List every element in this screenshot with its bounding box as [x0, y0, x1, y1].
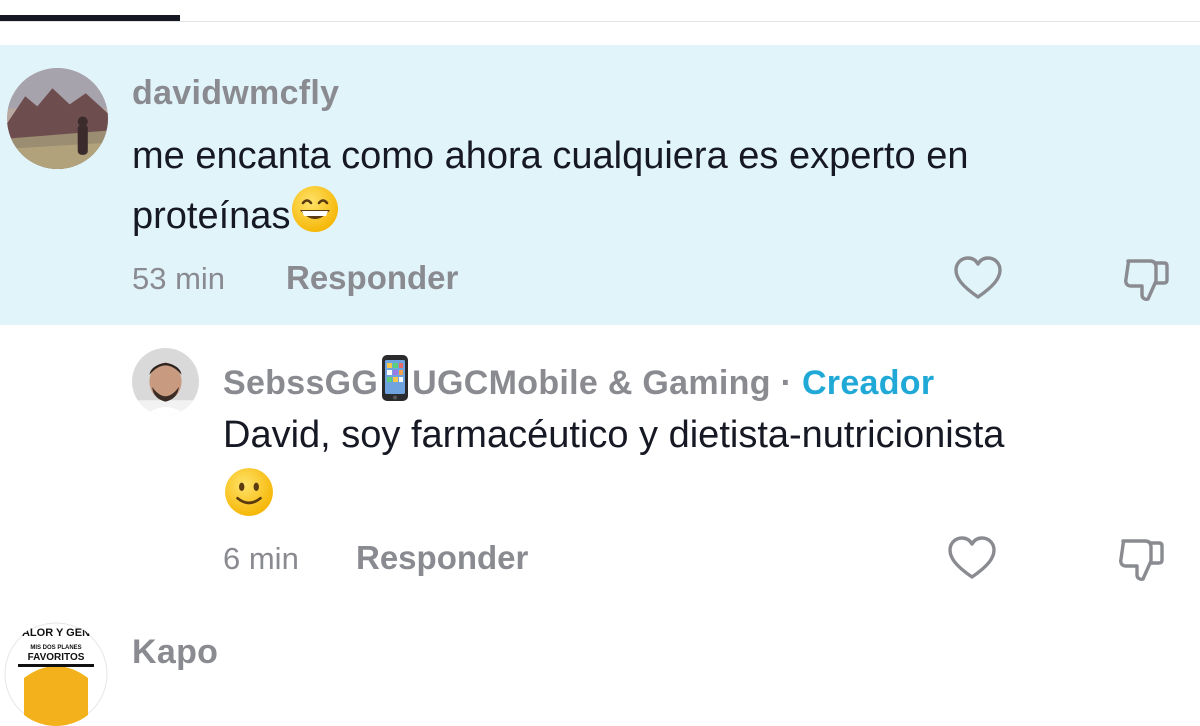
- reply-button[interactable]: Responder: [286, 259, 458, 297]
- avatar-text-top: ALOR Y GEN: [22, 627, 90, 639]
- comment-username[interactable]: davidwmcfly: [132, 74, 339, 113]
- avatar-sebssgg[interactable]: [132, 348, 199, 415]
- reply-button[interactable]: Responder: [356, 539, 528, 577]
- comment-timestamp: 53 min: [132, 261, 226, 296]
- comment-text-line1: me encanta como ahora cualquiera es expe…: [132, 135, 969, 177]
- mobile-phone-emoji: [378, 354, 412, 411]
- reply-username[interactable]: SebssGG: [223, 364, 378, 402]
- avatar-davidwmcfly[interactable]: [7, 68, 108, 169]
- tab-divider: [0, 21, 1200, 22]
- comment-username[interactable]: Kapo: [132, 633, 218, 672]
- comment-text-line2: proteínas: [132, 195, 291, 237]
- reply-text-line1: David, soy farmacéutico y dietista-nutri…: [223, 414, 1005, 456]
- avatar-text-mid: MIS DOS PLANES: [30, 645, 81, 651]
- heart-outline-icon[interactable]: [946, 533, 998, 585]
- creator-badge: Creador: [801, 364, 935, 402]
- creator-separator: ·: [780, 364, 793, 402]
- avatar-text-main: FAVORITOS: [28, 652, 85, 663]
- avatar-kapo[interactable]: ALOR Y GEN MIS DOS PLANES FAVORITOS: [4, 622, 108, 726]
- reply-timestamp: 6 min: [223, 541, 299, 576]
- comment-text-continued: proteínas: [132, 184, 340, 250]
- reply-emoji-line: [223, 466, 275, 534]
- thumbs-down-outline-icon[interactable]: [1115, 533, 1167, 585]
- reply-text: David, soy farmacéutico y dietista-nutri…: [223, 407, 1004, 463]
- thumbs-down-outline-icon[interactable]: [1120, 253, 1172, 305]
- slightly-smiling-face-emoji: [223, 466, 275, 534]
- reply-username-line: SebssGG UGCMobile & Gaming · Creador: [223, 354, 934, 411]
- grinning-face-emoji: [290, 184, 340, 250]
- reply-username-suffix[interactable]: UGCMobile & Gaming: [412, 364, 771, 402]
- heart-outline-icon[interactable]: [952, 253, 1004, 305]
- comment-text: me encanta como ahora cualquiera es expe…: [132, 128, 969, 184]
